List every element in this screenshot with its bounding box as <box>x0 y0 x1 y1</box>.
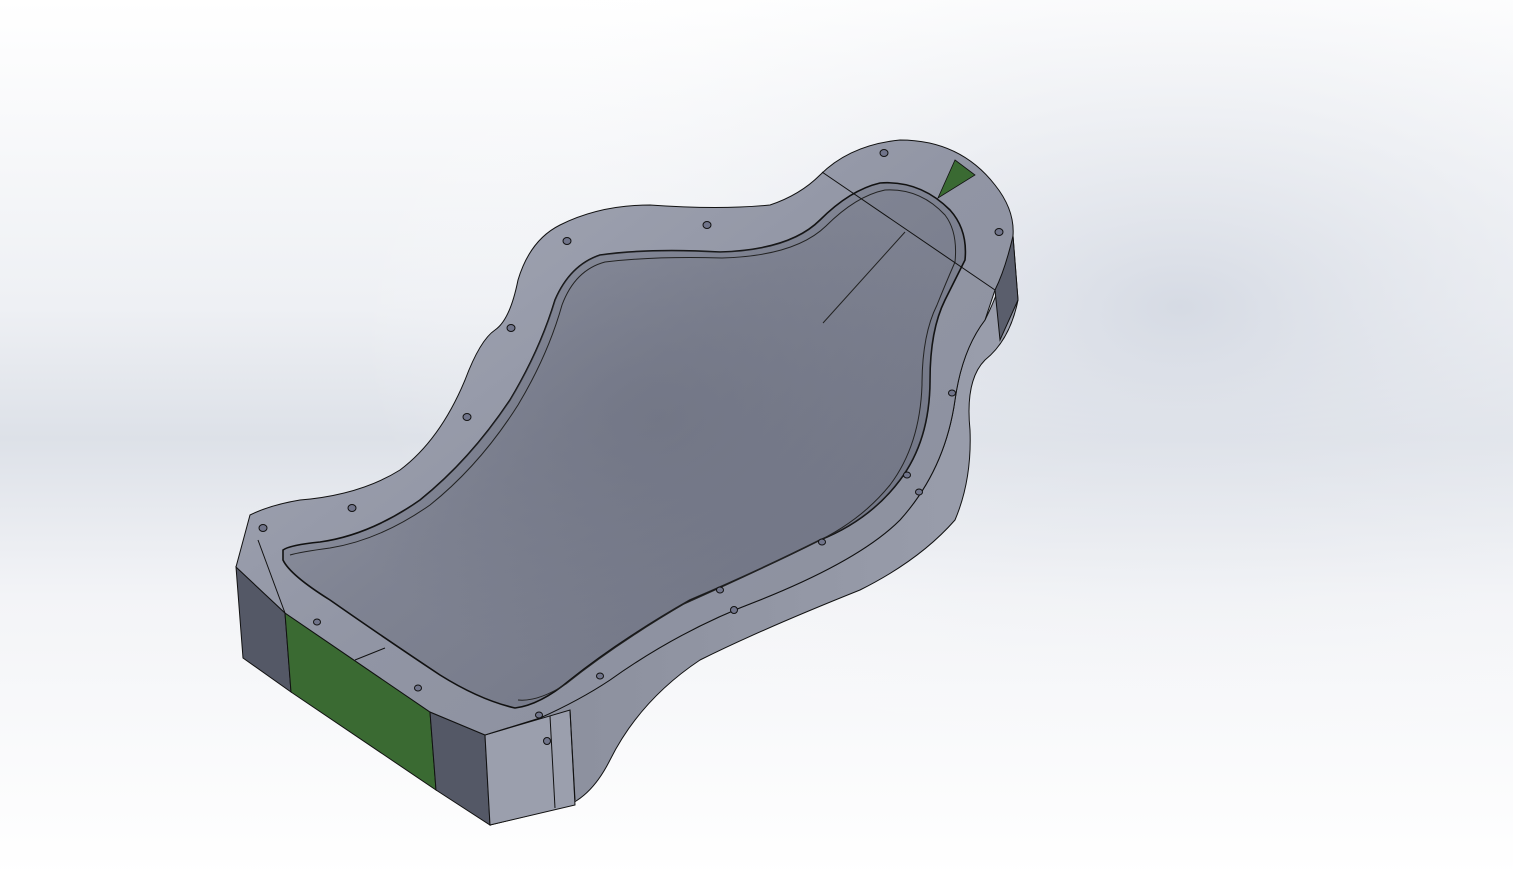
bolt-hole <box>313 618 321 626</box>
bolt-hole <box>414 684 422 692</box>
bolt-hole <box>879 149 889 157</box>
bolt-hole <box>994 228 1004 236</box>
bolt-hole <box>535 711 543 719</box>
bolt-hole <box>562 237 572 245</box>
bolt-hole <box>596 672 604 680</box>
seat-mold-model[interactable] <box>0 0 1513 877</box>
cavity-shading <box>283 182 966 708</box>
bolt-hole <box>730 606 738 614</box>
bolt-hole <box>702 221 712 229</box>
bolt-hole <box>948 389 956 397</box>
bolt-hole <box>903 471 911 479</box>
bolt-hole <box>506 324 516 332</box>
bolt-hole <box>462 413 472 421</box>
graphics-viewport[interactable] <box>0 0 1513 877</box>
bolt-hole <box>716 586 724 594</box>
bolt-hole <box>915 488 923 496</box>
bolt-hole <box>347 504 357 512</box>
bolt-hole <box>543 737 551 745</box>
bolt-hole <box>258 524 268 532</box>
bolt-hole <box>818 538 826 546</box>
